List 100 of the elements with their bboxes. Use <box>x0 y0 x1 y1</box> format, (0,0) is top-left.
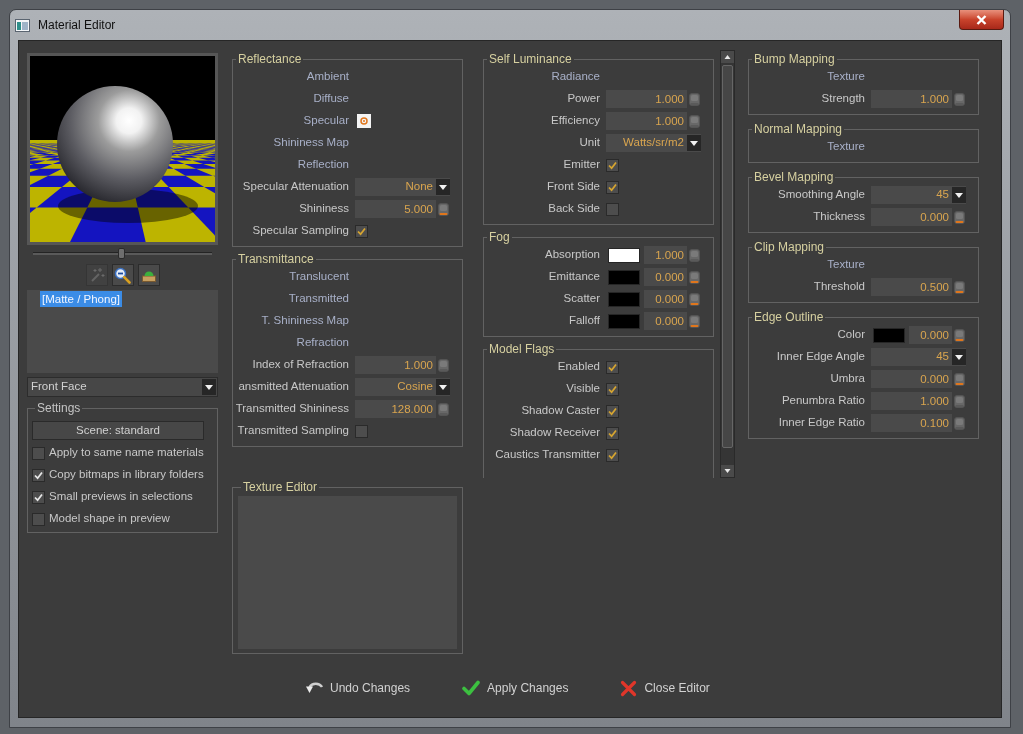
spin-knob-icon[interactable] <box>954 372 965 386</box>
dropdown[interactable]: Watts/sr/m2 <box>606 134 701 152</box>
spin-knob-icon[interactable] <box>954 416 965 430</box>
number-field[interactable]: 1.000 <box>606 112 687 130</box>
number-field[interactable]: 0.000 <box>871 208 952 226</box>
checkbox[interactable] <box>355 424 368 438</box>
spin-knob-icon[interactable] <box>689 292 700 306</box>
field-label: Front Side <box>546 179 600 195</box>
checkbox[interactable] <box>32 490 45 504</box>
dropdown[interactable]: Cosine <box>355 378 450 396</box>
field-label: Refraction <box>296 335 349 351</box>
face-dropdown[interactable]: Front Face <box>27 377 218 397</box>
field-label: Ambient <box>306 69 349 85</box>
field-label: Strength <box>821 91 865 107</box>
number-field[interactable]: 1.000 <box>871 392 952 410</box>
field-label: Reflection <box>297 157 349 173</box>
window-title: Material Editor <box>38 17 116 34</box>
zoom-slider[interactable] <box>33 248 212 259</box>
checkbox[interactable] <box>606 202 619 216</box>
number-field[interactable]: 1.000 <box>644 246 687 264</box>
field-label: Shininess Map <box>273 135 349 151</box>
scroll-thumb[interactable] <box>722 65 733 448</box>
spin-knob-icon[interactable] <box>954 394 965 408</box>
material-list-item[interactable]: [Matte / Phong] <box>40 291 122 307</box>
color-swatch-icon[interactable] <box>608 247 640 263</box>
option-label: Apply to same name materials <box>49 445 204 461</box>
field-label: Index of Refraction <box>252 357 349 373</box>
spin-knob-icon[interactable] <box>689 248 700 262</box>
scroll-down-icon[interactable] <box>721 465 734 477</box>
field-label: Shininess <box>299 201 349 217</box>
checkbox[interactable] <box>355 224 368 238</box>
cross-icon <box>620 679 638 697</box>
zoom-out-button[interactable] <box>111 264 134 286</box>
checkbox[interactable] <box>606 180 619 194</box>
field-label: Umbra <box>830 371 865 387</box>
checkbox[interactable] <box>606 448 619 462</box>
checkbox[interactable] <box>606 404 619 418</box>
number-field[interactable]: 1.000 <box>355 356 436 374</box>
slider-thumb[interactable] <box>117 248 125 259</box>
checkbox[interactable] <box>606 360 619 374</box>
dropdown[interactable]: 45 <box>871 186 966 204</box>
spin-knob-icon[interactable] <box>689 92 700 106</box>
number-field[interactable]: 0.000 <box>644 290 687 308</box>
close-button[interactable] <box>959 10 1004 30</box>
number-field[interactable]: 0.500 <box>871 278 952 296</box>
scroll-up-icon[interactable] <box>721 51 734 63</box>
number-field[interactable]: 0.000 <box>644 268 687 286</box>
dome-tool-button[interactable] <box>137 264 160 286</box>
checkbox[interactable] <box>606 158 619 172</box>
checkbox[interactable] <box>32 446 45 460</box>
vertical-scrollbar[interactable] <box>720 50 735 478</box>
checkbox[interactable] <box>32 512 45 526</box>
group-title: Transmittance <box>237 252 315 266</box>
checkmark-icon <box>608 160 617 170</box>
checkbox[interactable] <box>606 426 619 440</box>
group-title: Settings <box>36 401 82 415</box>
spin-knob-icon[interactable] <box>954 280 965 294</box>
number-field[interactable]: 0.100 <box>871 414 952 432</box>
dropdown[interactable]: None <box>355 178 450 196</box>
checkbox[interactable] <box>606 382 619 396</box>
color-swatch-icon[interactable] <box>608 313 640 329</box>
checkmark-icon <box>608 450 617 460</box>
color-swatch-icon[interactable] <box>873 327 905 343</box>
number-field[interactable]: 1.000 <box>606 90 687 108</box>
spin-knob-icon[interactable] <box>689 270 700 284</box>
dropdown[interactable]: 45 <box>871 348 966 366</box>
field-label: Texture <box>827 257 865 273</box>
field-label: Smoothing Angle <box>778 187 865 203</box>
spin-knob-icon[interactable] <box>438 202 449 216</box>
group-title: Reflectance <box>237 52 303 66</box>
spin-knob-icon[interactable] <box>954 328 965 342</box>
undo-button[interactable]: Undo Changes <box>305 679 411 697</box>
scene-button[interactable]: Scene: standard <box>32 421 204 440</box>
number-field[interactable]: 0.000 <box>871 370 952 388</box>
number-field[interactable]: 0.000 <box>909 326 952 344</box>
number-field[interactable]: 1.000 <box>871 90 952 108</box>
color-swatch-icon[interactable] <box>608 291 640 307</box>
spin-knob-icon[interactable] <box>438 358 449 372</box>
group-title: Texture Editor <box>242 480 319 494</box>
texture-map-icon[interactable] <box>357 114 371 128</box>
spin-knob-icon[interactable] <box>438 402 449 416</box>
spin-knob-icon[interactable] <box>689 314 700 328</box>
spin-knob-icon[interactable] <box>954 92 965 106</box>
checkbox[interactable] <box>32 468 45 482</box>
close-editor-button[interactable]: Close Editor <box>620 679 710 697</box>
group-title: Self Luminance <box>488 52 573 66</box>
number-field[interactable]: 128.000 <box>355 400 436 418</box>
field-label: Diffuse <box>313 91 349 107</box>
checkmark-icon <box>608 384 617 394</box>
number-field[interactable]: 5.000 <box>355 200 436 218</box>
field-label: Specular Attenuation <box>242 179 349 195</box>
spin-knob-icon[interactable] <box>954 210 965 224</box>
color-swatch-icon[interactable] <box>608 269 640 285</box>
apply-button[interactable]: Apply Changes <box>462 679 569 697</box>
field-label: Inner Edge Angle <box>776 349 865 365</box>
field-label: Scatter <box>563 291 600 307</box>
number-field[interactable]: 0.000 <box>644 312 687 330</box>
field-label: Texture <box>827 69 865 85</box>
spin-knob-icon[interactable] <box>689 114 700 128</box>
field-label: Thickness <box>813 209 865 225</box>
